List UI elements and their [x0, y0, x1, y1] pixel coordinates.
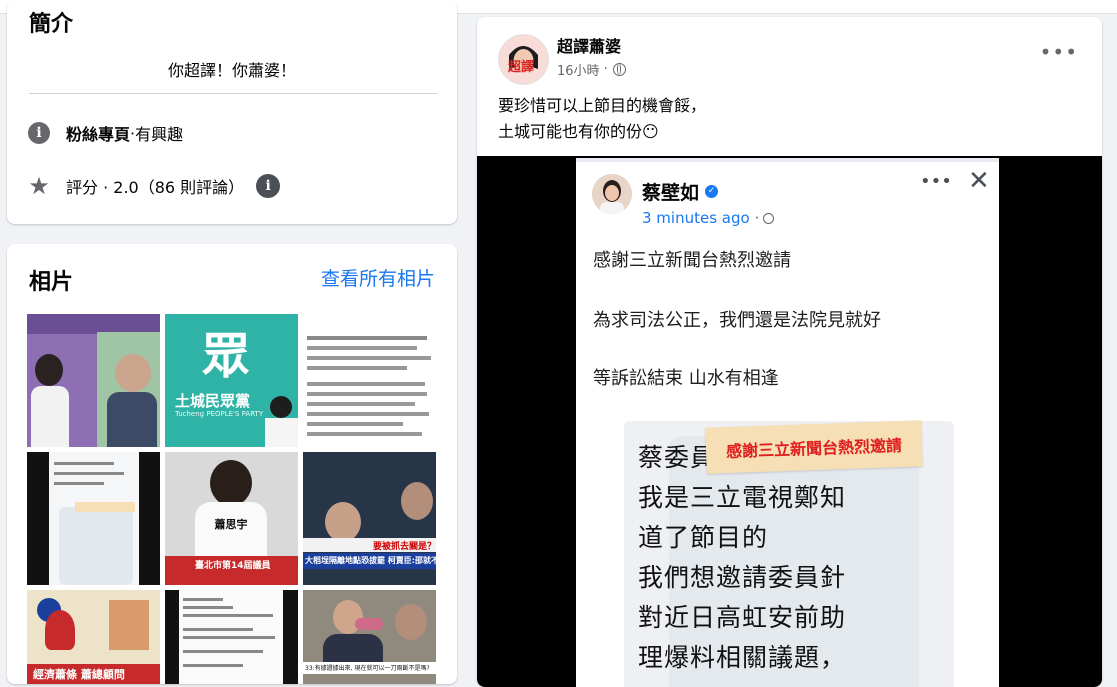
thumb-banner-text: 要被抓去關是？ [372, 542, 436, 551]
post-text-line: 要珍惜可以上節目的機會餒， [498, 96, 707, 115]
thumb-subcaption: Tucheng PEOPLE'S PARTY [175, 410, 264, 418]
embedded-close-icon: ✕ [968, 166, 990, 196]
thumb-banner-text: 經濟蕭條 蕭總顧問 [33, 668, 125, 681]
thumb-banner-text: 33:有據證據出來, 現在就可以一刀兩斷不是嗎? [305, 665, 430, 672]
embedded-name-text: 蔡壁如 [642, 182, 700, 204]
verified-badge-icon: ✓ [705, 185, 719, 198]
thumb-ticker-text: 大稻埕隔離地點恐拔罷 柯賣臣:邵就不 [305, 556, 436, 565]
see-all-photos-link[interactable]: 查看所有相片 [321, 264, 435, 291]
chat-line: 道了節目的 [638, 523, 769, 552]
tape-text: 感謝三立新聞台熱烈邀請 [725, 435, 903, 462]
photo-thumbnail-6[interactable]: 要被抓去關是？ 大稻埕隔離地點恐拔罷 柯賣臣:邵就不 [303, 452, 436, 585]
star-icon: ★ [28, 172, 50, 200]
highlight-tape: 感謝三立新聞台熱烈邀請 [705, 420, 923, 474]
photo-thumbnail-5[interactable]: 蕭思宇 臺北市第14屆議員 [165, 452, 298, 585]
photo-thumbnail-9[interactable]: 33:有據證據出來, 現在就可以一刀兩斷不是嗎? [303, 590, 436, 684]
post-time[interactable]: 16小時 [557, 60, 600, 79]
info-icon: i [28, 122, 50, 144]
post-image[interactable]: 蔡壁如 ✓ 3 minutes ago · ••• ✕ 感謝三立新聞台熱烈邀請 … [477, 156, 1102, 687]
divider [29, 93, 437, 94]
embedded-line: 為求司法公正，我們還是法院見就好 [593, 310, 881, 331]
post-text: 要珍惜可以上節目的機會餒， 土城可能也有你的份😶 [498, 93, 706, 145]
intro-rating-row: ★ 評分 · 2.0（86 則評論） i [27, 172, 281, 200]
page-avatar[interactable]: 超譯 [498, 34, 549, 85]
embedded-avatar [592, 174, 632, 214]
photos-title: 相片 [29, 270, 74, 295]
post-meta: 16小時 · [557, 60, 626, 79]
thumb-caption: 土城民眾黨 [175, 392, 251, 410]
intro-category-row: i 粉絲專頁 · 有興趣 [27, 121, 183, 145]
chat-line: 蔡委員 [638, 443, 717, 472]
rating-text: 評分 · 2.0（86 則評論） [66, 178, 245, 197]
post-text-line: 土城可能也有你的份😶 [498, 122, 659, 141]
embedded-screenshot: 蔡壁如 ✓ 3 minutes ago · ••• ✕ 感謝三立新聞台熱烈邀請 … [576, 158, 999, 687]
embedded-line: 感謝三立新聞台熱烈邀請 [593, 250, 791, 271]
embedded-more-icon: ••• [920, 171, 952, 192]
svg-text:超譯: 超譯 [508, 59, 534, 75]
intro-title: 簡介 [29, 12, 74, 37]
intro-bio: 你超譯！你蕭婆！ [167, 61, 296, 80]
embedded-line: 等訴訟結束 山水有相逢 [593, 368, 779, 389]
photo-thumbnail-4[interactable] [27, 452, 160, 585]
party-logo: 眾 [201, 328, 250, 384]
photo-thumbnail-7[interactable]: 經濟蕭條 蕭總顧問 [27, 590, 160, 684]
more-options-icon[interactable]: ••• [1040, 40, 1078, 64]
page-category-label[interactable]: 粉絲專頁 [66, 121, 130, 145]
embedded-name: 蔡壁如 ✓ [642, 178, 719, 205]
photo-thumbnail-2[interactable]: 眾 土城民眾黨 Tucheng PEOPLE'S PARTY [165, 314, 298, 447]
page-category-value: 有興趣 [135, 125, 184, 144]
embedded-time-text: 3 minutes ago [642, 209, 750, 227]
rating-info-icon[interactable]: i [256, 174, 281, 198]
photo-thumbnail-8[interactable] [165, 590, 298, 684]
photo-thumbnail-3[interactable] [303, 314, 436, 447]
chat-line: 理爆料相關議題， [638, 643, 847, 672]
intro-card: 簡介 你超譯！你蕭婆！ i 粉絲專頁 · 有興趣 ★ 評分 · 2.0（86 則… [7, 0, 457, 224]
post-card: 超譯 超譯蕭婆 16小時 · ••• 要珍惜可以上節目的機會餒， 土城可能也有你… [477, 17, 1102, 687]
thumb-shirt-text: 蕭思宇 [214, 518, 248, 531]
photo-thumbnail-1[interactable] [27, 314, 160, 447]
chat-line: 我們想邀請委員針 [638, 563, 847, 592]
page-name[interactable]: 超譯蕭婆 [557, 33, 621, 57]
thumb-banner-text: 臺北市第14屆議員 [195, 561, 271, 571]
chat-line: 我是三立電視鄭知 [638, 483, 847, 512]
photos-card: 相片 查看所有相片 眾 土城民眾黨 Tucheng PEOPLE'S PARTY [7, 244, 457, 684]
globe-icon [612, 63, 626, 76]
embedded-time: 3 minutes ago · [642, 209, 775, 227]
meta-separator: · [599, 62, 608, 77]
chat-line: 對近日高虹安前助 [638, 603, 847, 632]
globe-icon [763, 212, 775, 224]
